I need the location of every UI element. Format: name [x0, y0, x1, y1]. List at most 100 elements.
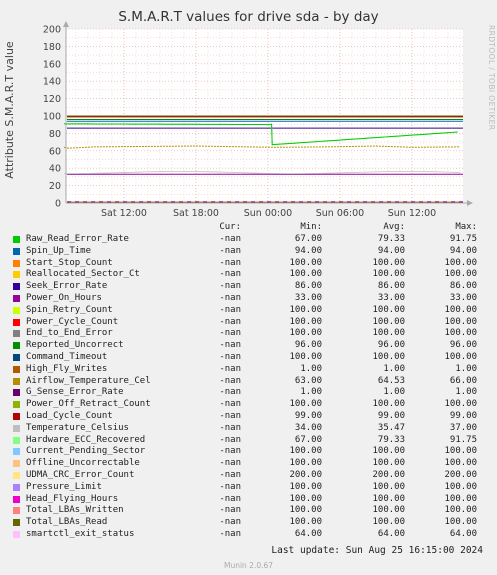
legend-row: Total_LBAs_Read -nan 100.00 100.00 100.00	[0, 517, 497, 529]
legend-cur: -nan	[219, 505, 241, 516]
legend-avg: 96.00	[377, 340, 405, 351]
legend-swatch	[13, 424, 20, 432]
legend-avg: 100.00	[372, 493, 405, 504]
legend-avg: 35.47	[377, 422, 405, 433]
legend-name: Pressure_Limit	[26, 481, 102, 492]
legend-row: Pressure_Limit -nan 100.00 100.00 100.00	[0, 482, 497, 494]
x-tick-label: Sat 12:00	[101, 208, 147, 219]
legend-min: 94.00	[294, 245, 322, 256]
legend-name: Current_Pending_Sector	[26, 446, 146, 457]
legend-name: Seek_Error_Rate	[26, 281, 108, 292]
legend-avg: 79.33	[377, 434, 405, 445]
legend-max: 100.00	[444, 505, 477, 516]
legend-name: Reported_Uncorrect	[26, 340, 124, 351]
legend-row: Command_Timeout -nan 100.00 100.00 100.00	[0, 352, 497, 364]
legend-cur: -nan	[219, 281, 241, 292]
legend-min: 100.00	[289, 458, 322, 469]
legend-row: Seek_Error_Rate -nan 86.00 86.00 86.00	[0, 281, 497, 293]
legend-min: 100.00	[289, 399, 322, 410]
y-tick-label: 180	[43, 42, 61, 53]
legend-min: 100.00	[289, 316, 322, 327]
x-tick-label: Sun 00:00	[244, 208, 292, 219]
legend-name: Total_LBAs_Written	[26, 505, 124, 516]
legend-row: Load_Cycle_Count -nan 99.00 99.00 99.00	[0, 411, 497, 423]
legend-swatch	[13, 507, 20, 515]
legend-min: 100.00	[289, 257, 322, 268]
legend-min: 67.00	[294, 234, 322, 244]
legend-max: 66.00	[449, 375, 477, 386]
legend-row: UDMA_CRC_Error_Count -nan 200.00 200.00 200.…	[0, 470, 497, 482]
legend-name: Power_Cycle_Count	[26, 316, 119, 327]
legend-cur: -nan	[219, 517, 241, 528]
legend-row: Reported_Uncorrect -nan 96.00 96.00 96.00	[0, 340, 497, 352]
legend-row: End_to_End_Error -nan 100.00 100.00 100.00	[0, 328, 497, 340]
legend-cur: -nan	[219, 316, 241, 327]
legend-max: 33.00	[449, 293, 477, 303]
legend-swatch	[13, 247, 20, 255]
legend-min: 86.00	[294, 281, 322, 292]
legend-swatch	[13, 295, 20, 302]
legend-cur: -nan	[219, 422, 241, 433]
legend-name: smartctl_exit_status	[26, 529, 135, 539]
legend-min: 63.00	[294, 375, 322, 386]
legend-cur: -nan	[219, 470, 241, 480]
legend-min: 33.00	[294, 293, 322, 303]
legend-name: UDMA_CRC_Error_Count	[26, 470, 135, 480]
legend-row: Power_On_Hours -nan 33.00 33.00 33.00	[0, 293, 497, 305]
legend-max: 100.00	[444, 316, 477, 327]
legend-avg: 100.00	[372, 517, 405, 528]
legend-swatch	[13, 259, 20, 267]
footer-version: Munin 2.0.67	[223, 561, 274, 570]
legend-max: 1.00	[455, 363, 477, 374]
column-header-avg: Avg:	[383, 222, 405, 232]
legend-max: 100.00	[444, 446, 477, 457]
legend-avg: 200.00	[372, 470, 405, 480]
legend-swatch	[13, 483, 20, 491]
legend-avg: 100.00	[372, 316, 405, 327]
legend-avg: 33.00	[377, 293, 405, 303]
legend-avg: 100.00	[372, 257, 405, 268]
legend-avg: 100.00	[372, 399, 405, 410]
legend-swatch	[13, 236, 20, 243]
legend-row: Hardware_ECC_Recovered -nan 67.00 79.33 91.7…	[0, 435, 497, 447]
legend-max: 91.75	[449, 434, 477, 445]
y-tick-label: 200	[43, 25, 61, 36]
legend-row: smartctl_exit_status -nan 64.00 64.00 64.00	[0, 529, 497, 541]
legend-swatch	[13, 283, 20, 291]
legend-row: Start_Stop_Count -nan 100.00 100.00 100.00	[0, 258, 497, 270]
legend-name: Spin_Retry_Count	[26, 304, 113, 315]
legend-swatch	[13, 519, 20, 527]
legend-row: Airflow_Temperature_Cel -nan 63.00 64.53 66.…	[0, 376, 497, 388]
legend-max: 94.00	[449, 245, 477, 256]
legend-row: Head_Flying_Hours -nan 100.00 100.00 100.00	[0, 494, 497, 506]
legend-min: 200.00	[289, 470, 322, 480]
legend-avg: 79.33	[377, 234, 405, 244]
legend-row: Raw_Read_Error_Rate -nan 67.00 79.33 91.75	[0, 234, 497, 246]
legend-row: Reallocated_Sector_Ct -nan 100.00 100.00 100…	[0, 269, 497, 281]
legend-avg: 100.00	[372, 458, 405, 469]
legend-swatch	[13, 342, 20, 350]
legend-cur: -nan	[219, 257, 241, 268]
legend-swatch	[13, 365, 20, 373]
y-tick-label: 120	[43, 94, 61, 105]
legend-avg: 100.00	[372, 446, 405, 457]
legend-name: Offline_Uncorrectable	[26, 458, 140, 469]
legend-max: 100.00	[444, 517, 477, 528]
legend-min: 100.00	[289, 517, 322, 528]
legend-swatch	[13, 448, 20, 456]
legend-swatch	[13, 401, 20, 409]
legend-max: 100.00	[444, 304, 477, 315]
legend-row: Current_Pending_Sector -nan 100.00 100.00 10…	[0, 446, 497, 458]
legend-swatch	[13, 354, 20, 361]
legend-min: 34.00	[294, 422, 322, 433]
legend-avg: 99.00	[377, 411, 405, 421]
y-axis-arrow	[63, 21, 69, 27]
legend-min: 1.00	[300, 387, 322, 398]
legend-max: 100.00	[444, 458, 477, 469]
legend-swatch	[13, 389, 20, 397]
legend-row: High_Fly_Writes -nan 1.00 1.00 1.00	[0, 364, 497, 376]
legend-name: Power_On_Hours	[26, 293, 102, 303]
legend-min: 100.00	[289, 328, 322, 339]
y-tick-label: 60	[49, 146, 61, 157]
x-tick-label: Sun 12:00	[388, 208, 436, 219]
